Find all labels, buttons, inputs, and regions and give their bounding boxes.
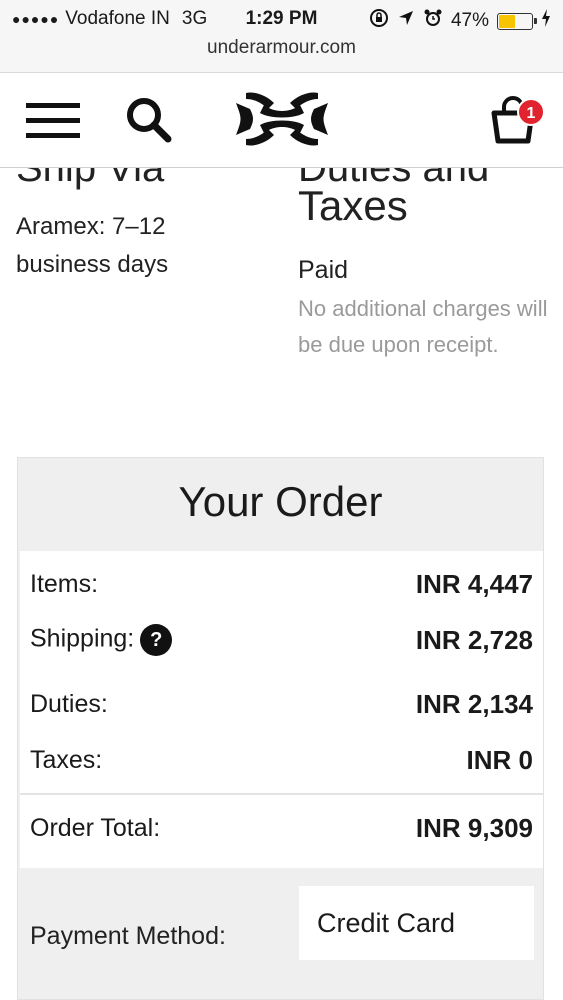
charging-icon <box>541 9 551 33</box>
shipping-method-block: Aramex: 7–12 business days <box>16 208 256 284</box>
order-row-total: Order Total: INR 9,309 <box>30 813 533 844</box>
duties-heading: Taxes <box>298 182 408 229</box>
checkout-summary: Ship Via Duties and Aramex: 7–12 busines… <box>0 168 563 1000</box>
location-arrow-icon <box>397 9 415 33</box>
site-header <box>0 73 563 168</box>
under-armour-logo[interactable] <box>234 89 330 149</box>
ship-via-heading: Ship Via <box>16 168 165 190</box>
row-value: INR 0 <box>466 745 533 775</box>
order-title: Your Order <box>178 478 383 525</box>
help-icon[interactable]: ? <box>140 624 173 656</box>
shipping-eta: business days <box>16 251 169 278</box>
duties-block: Taxes Paid No additional charges will be… <box>298 182 548 363</box>
row-value: INR 4,447 <box>415 569 533 599</box>
menu-icon[interactable] <box>26 99 82 141</box>
duties-note: No additional charges will be due upon r… <box>298 296 548 357</box>
order-row-shipping: Shipping:? INR 2,728 <box>30 624 533 656</box>
battery-percent: 47% <box>450 10 489 31</box>
row-label: Duties: <box>30 690 108 718</box>
cart-count-badge[interactable]: 1 <box>517 98 545 126</box>
total-value: INR 9,309 <box>415 813 533 843</box>
row-label: Items: <box>30 570 99 598</box>
shipping-method: Aramex: 7–12 <box>16 213 166 240</box>
row-label: Shipping: <box>30 624 135 653</box>
payment-method-value[interactable]: Credit Card <box>299 886 534 960</box>
payment-method-row: Payment Method: Credit Card <box>18 868 543 999</box>
row-value: INR 2,134 <box>415 689 533 719</box>
rotation-lock-icon <box>369 8 389 34</box>
duties-status: Paid <box>298 256 349 284</box>
total-label: Order Total: <box>30 814 161 842</box>
row-value: INR 2,728 <box>415 624 533 655</box>
battery-icon <box>497 12 537 30</box>
payment-method-label: Payment Method: <box>30 922 226 950</box>
order-row-duties: Duties: INR 2,134 <box>30 689 533 720</box>
status-bar: ●●●●● Vodafone IN 3G 1:29 PM 47% underar… <box>0 0 563 73</box>
row-label-wrap: Shipping:? <box>30 624 173 656</box>
order-lines: Items: INR 4,447 Shipping:? INR 2,728 Du… <box>20 551 543 868</box>
order-row-items: Items: INR 4,447 <box>30 569 533 600</box>
order-summary-panel: Your Order Items: INR 4,447 Shipping:? I… <box>17 457 544 1000</box>
order-row-taxes: Taxes: INR 0 <box>30 745 533 776</box>
divider <box>20 793 543 795</box>
alarm-icon <box>423 8 443 34</box>
search-icon[interactable] <box>124 95 174 145</box>
address-bar-url[interactable]: underarmour.com <box>0 37 563 59</box>
row-label: Taxes: <box>30 746 103 774</box>
